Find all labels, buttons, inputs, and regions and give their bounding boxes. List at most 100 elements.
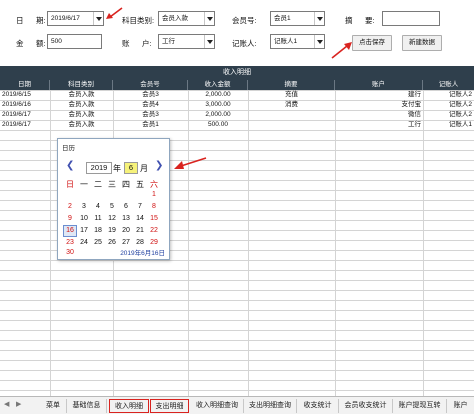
calendar-day-selected[interactable]: 16 — [63, 225, 77, 237]
year-input[interactable]: 2019 — [86, 162, 112, 174]
chevron-down-icon[interactable] — [204, 35, 214, 48]
date-dropdown[interactable]: 2019/6/17 — [47, 11, 104, 26]
cell-account[interactable]: 微信 — [335, 110, 423, 120]
month-unit: 月 — [140, 164, 148, 173]
member-dropdown[interactable]: 会员1 — [270, 11, 325, 26]
chevron-down-icon[interactable] — [314, 12, 324, 25]
column-header[interactable]: 账户 — [335, 80, 423, 90]
calendar-day[interactable]: 3 — [77, 201, 91, 213]
calendar-day[interactable]: 19 — [105, 225, 119, 237]
recorder-dropdown[interactable]: 记账人1 — [270, 34, 325, 49]
cell-category[interactable]: 会员入款 — [50, 110, 113, 120]
cell-category[interactable]: 会员入款 — [50, 120, 113, 130]
year-unit: 年 — [113, 164, 121, 173]
cell-date[interactable]: 2019/6/15 — [0, 90, 50, 100]
cell-recorder[interactable]: 记账人2 — [423, 100, 474, 110]
tab-expense-detail[interactable]: 支出明细 — [150, 399, 189, 413]
cell-recorder[interactable]: 记账人1 — [423, 120, 474, 130]
calendar-day[interactable]: 7 — [133, 201, 147, 213]
calendar-day[interactable]: 15 — [147, 213, 161, 225]
tab-income-query[interactable]: 收入明细查询 — [191, 399, 244, 413]
column-header[interactable]: 摘要 — [248, 80, 335, 90]
cell-member[interactable]: 会员3 — [113, 110, 188, 120]
next-month-icon[interactable]: ❯ — [155, 160, 163, 171]
calendar-day[interactable]: 1 — [147, 189, 161, 201]
chevron-down-icon[interactable] — [204, 12, 214, 25]
calendar-day[interactable]: 12 — [105, 213, 119, 225]
calendar-day[interactable]: 18 — [91, 225, 105, 237]
column-header[interactable]: 会员号 — [113, 80, 188, 90]
column-header[interactable]: 日期 — [0, 80, 50, 90]
prev-month-icon[interactable]: ❮ — [66, 160, 74, 171]
cell-account[interactable]: 支付宝 — [335, 100, 423, 110]
cell-account[interactable]: 建行 — [335, 90, 423, 100]
cell-member[interactable]: 会员4 — [113, 100, 188, 110]
cell-recorder[interactable]: 记账人2 — [423, 110, 474, 120]
calendar-day[interactable]: 14 — [133, 213, 147, 225]
tab-account-transfer[interactable]: 账户提现互转 — [393, 399, 447, 413]
column-header[interactable]: 收入金额 — [188, 80, 248, 90]
calendar-day[interactable]: 8 — [147, 201, 161, 213]
calendar-day[interactable]: 9 — [63, 213, 77, 225]
cell-member[interactable]: 会员1 — [113, 120, 188, 130]
calendar-day[interactable]: 6 — [119, 201, 133, 213]
cell-amount[interactable]: 500.00 — [188, 120, 248, 130]
cell-category[interactable]: 会员入款 — [50, 100, 113, 110]
cell-category[interactable]: 会员入款 — [50, 90, 113, 100]
calendar-day[interactable]: 4 — [91, 201, 105, 213]
calendar-day[interactable]: 22 — [147, 225, 161, 237]
tab-summary-stats[interactable]: 收支统计 — [297, 399, 339, 413]
calendar-day[interactable]: 13 — [119, 213, 133, 225]
save-button[interactable]: 点击保存 — [352, 35, 392, 51]
cell-date[interactable]: 2019/6/17 — [0, 110, 50, 120]
new-data-button[interactable]: 新建数据 — [402, 35, 442, 51]
column-header[interactable]: 记账人 — [423, 80, 474, 90]
cell-summary[interactable]: 消费 — [248, 100, 335, 110]
cell-amount[interactable]: 3,000.00 — [188, 100, 248, 110]
tab-member-stats[interactable]: 会员收支统计 — [339, 399, 393, 413]
arrow-annotation-icon — [174, 157, 207, 169]
cell-amount[interactable]: 2,000.00 — [188, 90, 248, 100]
calendar-day[interactable]: 11 — [91, 213, 105, 225]
month-input[interactable]: 6 — [124, 162, 138, 174]
table-row[interactable]: 2019/6/16 会员入款 会员4 3,000.00 消费 支付宝 记账人2 — [0, 100, 474, 110]
tab-menu[interactable]: 菜单 — [40, 399, 67, 413]
calendar-day[interactable]: 5 — [105, 201, 119, 213]
calendar-day[interactable]: 21 — [133, 225, 147, 237]
tab-income-detail[interactable]: 收入明细 — [109, 399, 149, 413]
cell-account[interactable]: 工行 — [335, 120, 423, 130]
summary-input[interactable] — [382, 11, 440, 26]
chevron-down-icon[interactable] — [93, 12, 103, 25]
table-row[interactable]: 2019/6/15 会员入款 会员3 2,000.00 充值 建行 记账人2 — [0, 90, 474, 100]
calendar-day[interactable]: 10 — [77, 213, 91, 225]
tab-account[interactable]: 账户 — [447, 399, 474, 413]
amount-input[interactable]: 500 — [47, 34, 102, 49]
table-row[interactable]: 2019/6/17 会员入款 会员3 2,000.00 微信 记账人2 — [0, 110, 474, 120]
cell-summary[interactable]: 充值 — [248, 90, 335, 100]
today-link[interactable]: 2019年6月16日 — [58, 247, 169, 257]
table-row[interactable]: 2019/6/17 会员入款 会员1 500.00 工行 记账人1 — [0, 120, 474, 130]
cell-date[interactable]: 2019/6/16 — [0, 100, 50, 110]
cell-date[interactable]: 2019/6/17 — [0, 120, 50, 130]
cell-recorder[interactable]: 记账人2 — [423, 90, 474, 100]
cell-summary[interactable] — [248, 120, 335, 130]
calendar-day[interactable]: 2 — [63, 201, 77, 213]
calendar-day[interactable]: 20 — [119, 225, 133, 237]
scroll-left-icon[interactable]: ◀ — [4, 400, 9, 408]
member-value: 会员1 — [274, 15, 291, 22]
cell-amount[interactable]: 2,000.00 — [188, 110, 248, 120]
cell-summary[interactable] — [248, 110, 335, 120]
column-header[interactable]: 科目类别 — [50, 80, 113, 90]
weekday-label: 五 — [136, 180, 144, 189]
account-dropdown[interactable]: 工行 — [158, 34, 215, 49]
column-divider — [423, 90, 424, 396]
tab-expense-query[interactable]: 支出明细查询 — [244, 399, 297, 413]
calendar-popup[interactable]: 日历 ❮ 2019 年 6 月 ❯ 日 一 二 三 四 五 六 1 2 3 4 … — [57, 138, 170, 260]
category-dropdown[interactable]: 会员入款 — [158, 11, 215, 26]
calendar-day[interactable]: 17 — [77, 225, 91, 237]
tab-basic-info[interactable]: 基础信息 — [67, 399, 107, 413]
category-value: 会员入款 — [162, 15, 188, 22]
chevron-down-icon[interactable] — [314, 35, 324, 48]
cell-member[interactable]: 会员3 — [113, 90, 188, 100]
scroll-right-icon[interactable]: ▶ — [16, 400, 21, 408]
